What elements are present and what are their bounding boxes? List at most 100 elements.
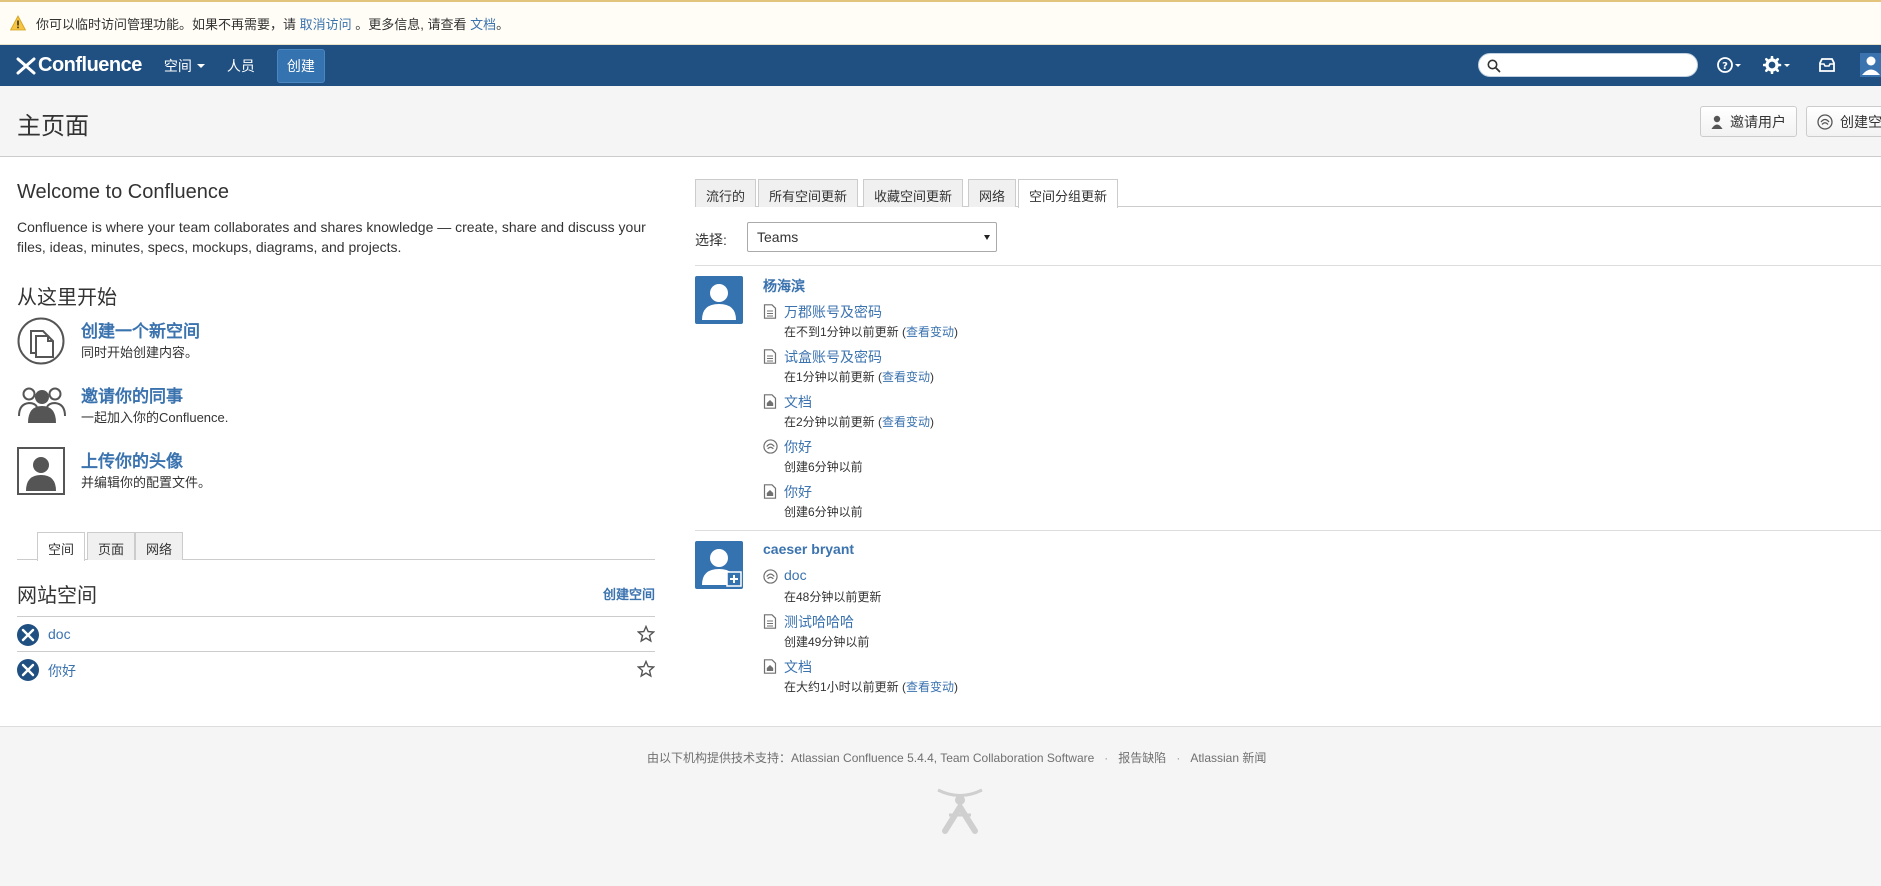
upload-avatar-link[interactable]: 上传你的头像 [81,447,183,472]
update-meta-text: 在1分钟以前更新 ( [784,370,883,384]
page-icon [763,614,777,629]
update-meta: 创建6分钟以前 [784,503,863,520]
upload-avatar-item[interactable]: 上传你的头像 并编辑你的配置文件。 [17,447,637,503]
welcome-title: Welcome to Confluence [17,181,229,203]
people-label: 人员 [226,57,255,74]
spaces-menu[interactable]: 空间 [164,56,205,76]
view-changes-link[interactable]: 查看变动 [882,370,930,384]
update-meta-text: 在2分钟以前更新 ( [784,415,883,429]
footer-separator: · [1176,751,1181,765]
space-icon [763,569,778,584]
home-page-icon [763,659,777,674]
svg-text:?: ? [1722,61,1728,72]
update-title-link[interactable]: 你好 [784,482,812,502]
spaces-menu-label: 空间 [163,57,192,74]
avatar-upload-icon [17,447,65,495]
update-meta-text: 创建6分钟以前 [784,460,863,474]
chevron-down-icon [196,63,205,68]
star-icon[interactable] [637,625,655,643]
help-icon[interactable]: ? [1716,56,1742,74]
welcome-text: Confluence is where your team collaborat… [17,219,646,255]
create-button[interactable]: 创建 [276,48,325,83]
gear-icon[interactable] [1763,56,1791,74]
tab-spaces[interactable]: 空间 [37,532,86,561]
tab-pages[interactable]: 页面 [87,532,136,560]
user-avatar-icon[interactable] [1860,53,1881,77]
space-logo-icon [17,624,39,646]
page-header: 主页面 邀请用户 创建空 [0,86,1881,157]
view-changes-link[interactable]: 查看变动 [882,415,930,429]
invite-colleagues-link[interactable]: 邀请你的同事 [81,382,183,407]
update-meta-text: 创建6分钟以前 [784,505,863,519]
divider [695,530,1881,531]
update-meta: 创建49分钟以前 [784,633,869,650]
colleagues-icon [18,387,66,423]
main-content: Welcome to Confluence Confluence is wher… [0,157,1881,727]
update-title-link[interactable]: 万郡账号及密码 [784,302,882,322]
home-page-icon [763,484,777,499]
update-title-link[interactable]: 文档 [784,657,812,677]
report-bug-link[interactable]: 报告缺陷 [1118,751,1166,765]
notifications-icon[interactable] [1818,56,1836,74]
update-title-link[interactable]: 文档 [784,392,812,412]
chevron-down-icon [984,235,990,240]
update-meta-text: 在大约1小时以前更新 ( [784,680,907,694]
space-name[interactable]: doc [48,626,71,642]
update-title-link[interactable]: 测试哈哈哈 [784,612,854,632]
user-name[interactable]: 杨海滨 [763,276,805,296]
space-row-nihao[interactable]: 你好 [17,651,655,686]
people-link[interactable]: 人员 [227,56,255,76]
create-new-space-item[interactable]: 创建一个新空间 同时开始创建内容。 [17,317,637,373]
page-title: 主页面 [17,113,89,140]
default-avatar-icon [702,284,736,320]
update-title-link[interactable]: doc [784,567,807,583]
tab-popular[interactable]: 流行的 [695,179,757,207]
space-name[interactable]: 你好 [48,661,76,681]
create-space-link[interactable]: 创建空间 [603,584,655,603]
star-icon[interactable] [637,660,655,678]
search-icon [1487,59,1501,73]
footer: 由以下机构提供技术支持：Atlassian Confluence 5.4.4, … [0,727,1881,886]
tab-favourite-updates[interactable]: 收藏空间更新 [863,179,964,207]
space-row-doc[interactable]: doc [17,616,655,651]
update-title-link[interactable]: 试盒账号及密码 [784,347,882,367]
divider [695,265,1881,266]
update-meta: 在2分钟以前更新 (查看变动) [784,413,934,430]
avatar[interactable] [695,276,743,324]
page-icon [763,304,777,319]
tab-network[interactable]: 网络 [135,532,184,560]
view-changes-link[interactable]: 查看变动 [906,680,954,694]
documentation-link[interactable]: 文档 [470,14,496,33]
invite-colleagues-item[interactable]: 邀请你的同事 一起加入你的Confluence. [17,382,637,438]
update-meta-end: ) [954,325,959,339]
update-meta-end: ) [930,415,935,429]
create-new-space-link[interactable]: 创建一个新空间 [81,317,200,342]
view-changes-link[interactable]: 查看变动 [906,325,954,339]
space-icon [1817,113,1833,130]
get-started-title: 从这里开始 [17,287,117,309]
update-meta-text: 在不到1分钟以前更新 ( [784,325,907,339]
team-select[interactable]: Teams [747,222,997,252]
confluence-logo[interactable]: Confluence [16,54,142,77]
home-page-icon [763,394,777,409]
user-name[interactable]: caeser bryant [763,541,854,557]
avatar[interactable] [695,541,743,589]
cancel-access-link[interactable]: 取消访问 [300,14,352,33]
create-space-header-button[interactable]: 创建空 [1806,106,1881,137]
confluence-logo-icon [16,57,36,74]
update-meta: 创建6分钟以前 [784,458,863,475]
powered-by-text: 由以下机构提供技术支持：Atlassian Confluence 5.4.4, … [647,751,1095,765]
search-input[interactable] [1478,53,1698,77]
invite-users-button[interactable]: 邀请用户 [1700,106,1797,137]
tab-all-updates[interactable]: 所有空间更新 [758,179,859,207]
warning-text-middle: 。更多信息, 请查看 [351,16,471,32]
invite-users-label: 邀请用户 [1730,113,1786,130]
update-meta-text: 创建49分钟以前 [784,635,870,649]
admin-access-warning: 你可以临时访问管理功能。如果不再需要，请 取消访问 。更多信息, 请查看 文档。 [0,0,1881,45]
tab-space-group-updates[interactable]: 空间分组更新 [1018,179,1119,208]
atlassian-news-link[interactable]: Atlassian 新闻 [1190,751,1266,765]
update-title-link[interactable]: 你好 [784,437,812,457]
warning-text-suffix: 。 [496,16,510,32]
select-label: 选择: [695,232,727,248]
tab-network-activity[interactable]: 网络 [968,179,1017,207]
